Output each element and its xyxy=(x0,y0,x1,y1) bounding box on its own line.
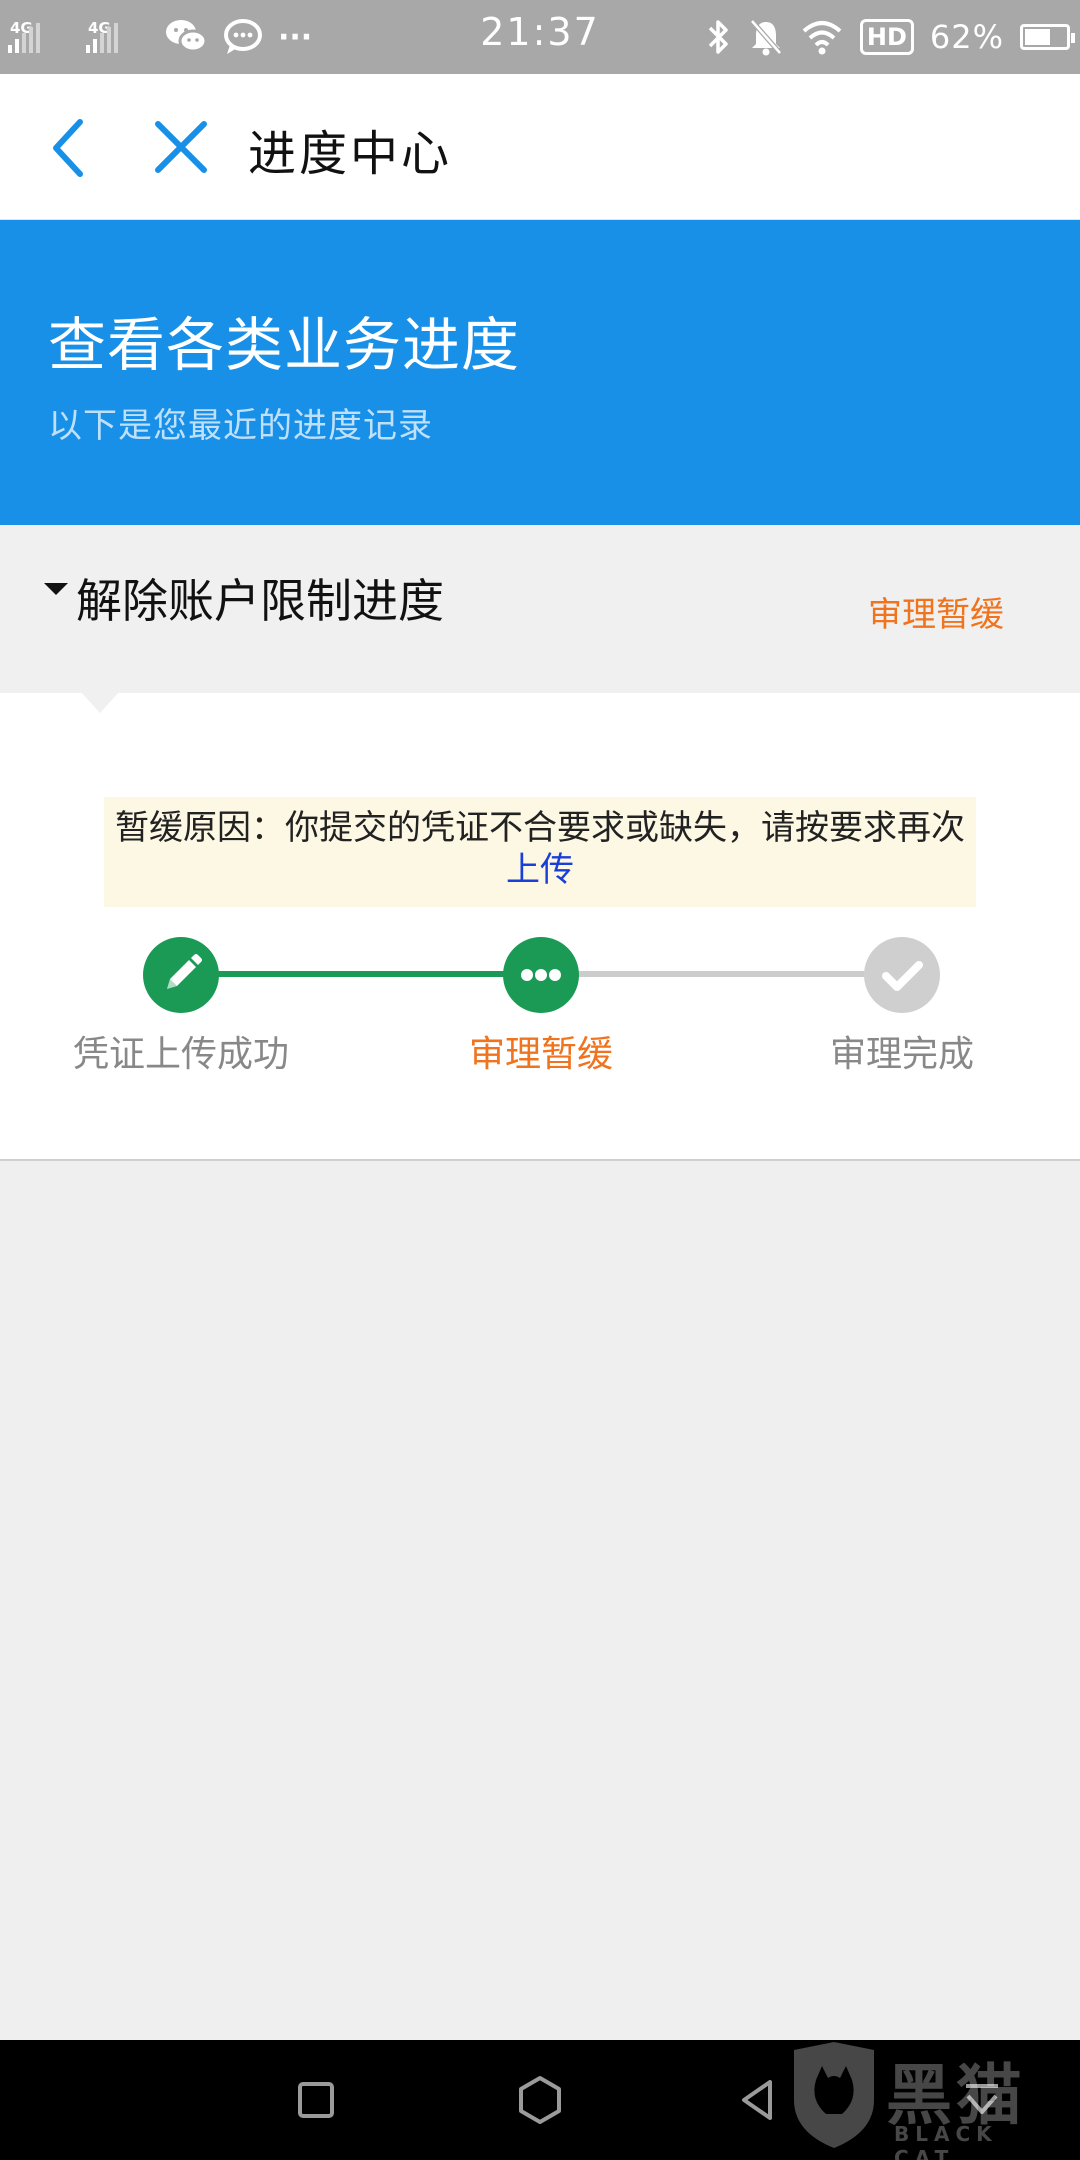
cat-logo-icon xyxy=(794,2042,874,2148)
track-completed xyxy=(180,971,540,977)
nav-back-icon[interactable] xyxy=(730,2070,790,2130)
step-review-complete xyxy=(864,937,940,1013)
banner-title: 查看各类业务进度 xyxy=(48,311,521,379)
caret-down-icon xyxy=(44,583,68,595)
wifi-icon xyxy=(802,21,842,55)
home-icon[interactable] xyxy=(510,2070,570,2130)
back-arrow-icon[interactable] xyxy=(36,110,100,186)
step-review-suspended xyxy=(503,937,579,1013)
bluetooth-icon xyxy=(708,20,728,54)
suspension-notice: 暂缓原因：你提交的凭证不合要求或缺失，请按要求再次上传 xyxy=(104,797,976,907)
step-label-complete: 审理完成 xyxy=(829,1034,974,1075)
status-right: HD 62% xyxy=(706,14,1075,60)
section-title: 解除账户限制进度 xyxy=(76,574,444,628)
progress-card: 暂缓原因：你提交的凭证不合要求或缺失，请按要求再次上传 凭证上传成功 审理暂缓 … xyxy=(0,691,1080,1161)
app-screen: 4G 4G ··· 21:37 HD 62% 进度中心 查看各类业务进度 以下是… xyxy=(0,0,1080,2160)
section-header[interactable]: 解除账户限制进度 审理暂缓 xyxy=(0,525,1080,693)
status-bar: 4G 4G ··· 21:37 HD 62% xyxy=(0,0,1080,74)
watermark-en: BLACK CAT xyxy=(894,2122,998,2160)
track-remaining xyxy=(540,971,900,977)
hd-badge: HD xyxy=(859,19,914,55)
banner-subtitle: 以下是您最近的进度记录 xyxy=(48,406,433,446)
step-label-suspended: 审理暂缓 xyxy=(468,1034,613,1075)
page-title: 进度中心 xyxy=(248,126,453,182)
recent-apps-icon[interactable] xyxy=(286,2070,346,2130)
close-icon[interactable] xyxy=(146,112,216,182)
battery-percent: 62% xyxy=(929,18,1004,56)
step-upload-done xyxy=(143,937,219,1013)
notice-text: 暂缓原因：你提交的凭证不合要求或缺失，请按要求再次 xyxy=(115,808,965,848)
dots-icon xyxy=(521,969,561,981)
upload-link[interactable]: 上传 xyxy=(506,850,574,890)
watermark: 黑猫 BLACK CAT xyxy=(786,2030,1066,2160)
step-label-upload: 凭证上传成功 xyxy=(72,1034,289,1075)
title-bar: 进度中心 xyxy=(0,74,1080,220)
mute-bell-icon xyxy=(749,19,782,56)
pencil-icon xyxy=(167,954,202,989)
battery-icon xyxy=(1020,24,1075,50)
progress-banner: 查看各类业务进度 以下是您最近的进度记录 xyxy=(0,220,1080,525)
card-pointer xyxy=(80,691,120,713)
section-status: 审理暂缓 xyxy=(868,595,1004,635)
check-icon xyxy=(882,961,923,991)
